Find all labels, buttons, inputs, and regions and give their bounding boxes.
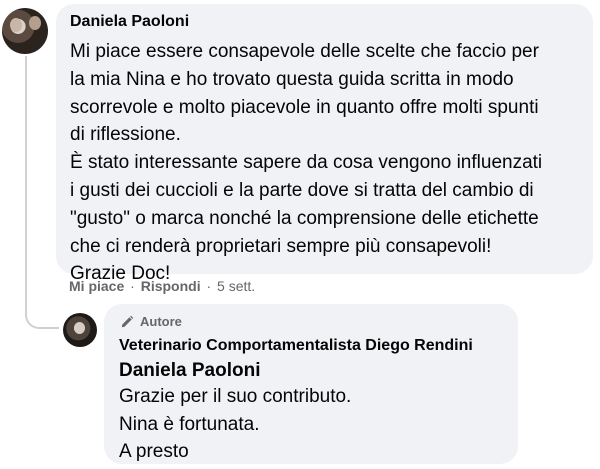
author-badge-label: Autore [140,314,182,329]
comment-line: Mi piace essere consapevole delle scelte… [70,41,539,62]
reply-avatar[interactable] [63,313,97,347]
comment-body: Mi piace essere consapevole delle scelte… [70,38,590,288]
reply-button[interactable]: Rispondi [141,278,201,294]
comment-line: che ci renderà proprietari sempre più co… [70,235,492,257]
comment-actions: Mi piace · Rispondi · 5 sett. [69,278,255,294]
reply-line: A presto [119,441,189,462]
avatar-face [74,322,85,334]
reply-line: Grazie per il suo contributo. [119,386,352,407]
comment-line: È stato interessante sapere da cosa veng… [70,152,543,174]
pencil-icon [121,315,134,327]
comment-author[interactable]: Daniela Paoloni [70,13,189,31]
avatar-face [29,16,41,30]
like-button[interactable]: Mi piace [69,278,124,294]
separator: · [130,278,135,294]
reply-line: Nina è fortunata. [119,413,260,435]
separator: · [206,278,212,294]
timestamp-link[interactable]: 5 sett. [217,278,255,294]
comment-line: "gusto" o marca nonché la comprensione d… [70,207,539,229]
comment-line: di riflessione. [70,124,181,146]
mention-tag[interactable]: Daniela Paoloni [119,360,260,382]
comment-line: i gusti dei cuccioli e la parte dove si … [70,179,534,201]
author-badge: Autore [120,314,182,329]
comment-line: la mia Nina e ho trovato questa guida sc… [70,68,514,90]
reply-author[interactable]: Veterinario Comportamentalista Diego Ren… [119,337,473,355]
avatar-face [10,18,22,32]
avatar[interactable] [2,8,48,54]
reply-body: Grazie per il suo contributo. Nina è for… [119,383,351,466]
comment-line: scorrevole e molto piacevole in quanto o… [70,96,539,118]
reply-thread-connector [25,56,59,329]
